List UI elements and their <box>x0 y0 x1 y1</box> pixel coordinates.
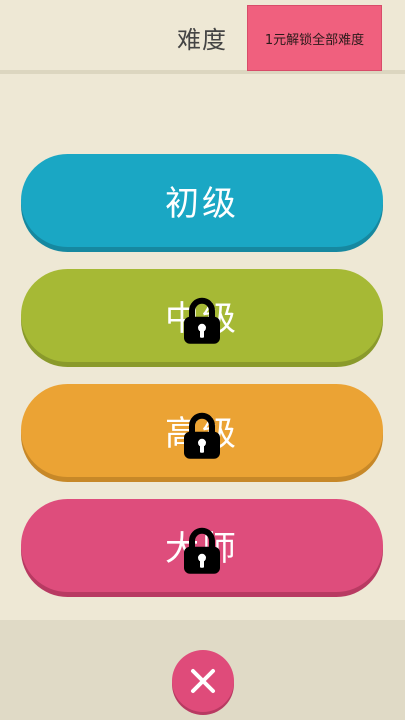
lock-icon <box>184 412 220 459</box>
lock-icon <box>184 297 220 344</box>
page-title: 难度 <box>177 26 227 54</box>
level-button-intermediate[interactable]: 中级 <box>21 269 383 362</box>
level-button-beginner[interactable]: 初级 <box>21 154 383 247</box>
header-bar: 难度 1元解锁全部难度 <box>0 0 405 74</box>
close-icon <box>191 669 215 693</box>
level-label: 初级 <box>165 184 239 224</box>
lock-icon <box>184 527 220 574</box>
level-button-advanced[interactable]: 高级 <box>21 384 383 477</box>
level-button-master[interactable]: 大师 <box>21 499 383 592</box>
unlock-all-button[interactable]: 1元解锁全部难度 <box>247 5 382 71</box>
close-button[interactable] <box>172 650 234 712</box>
